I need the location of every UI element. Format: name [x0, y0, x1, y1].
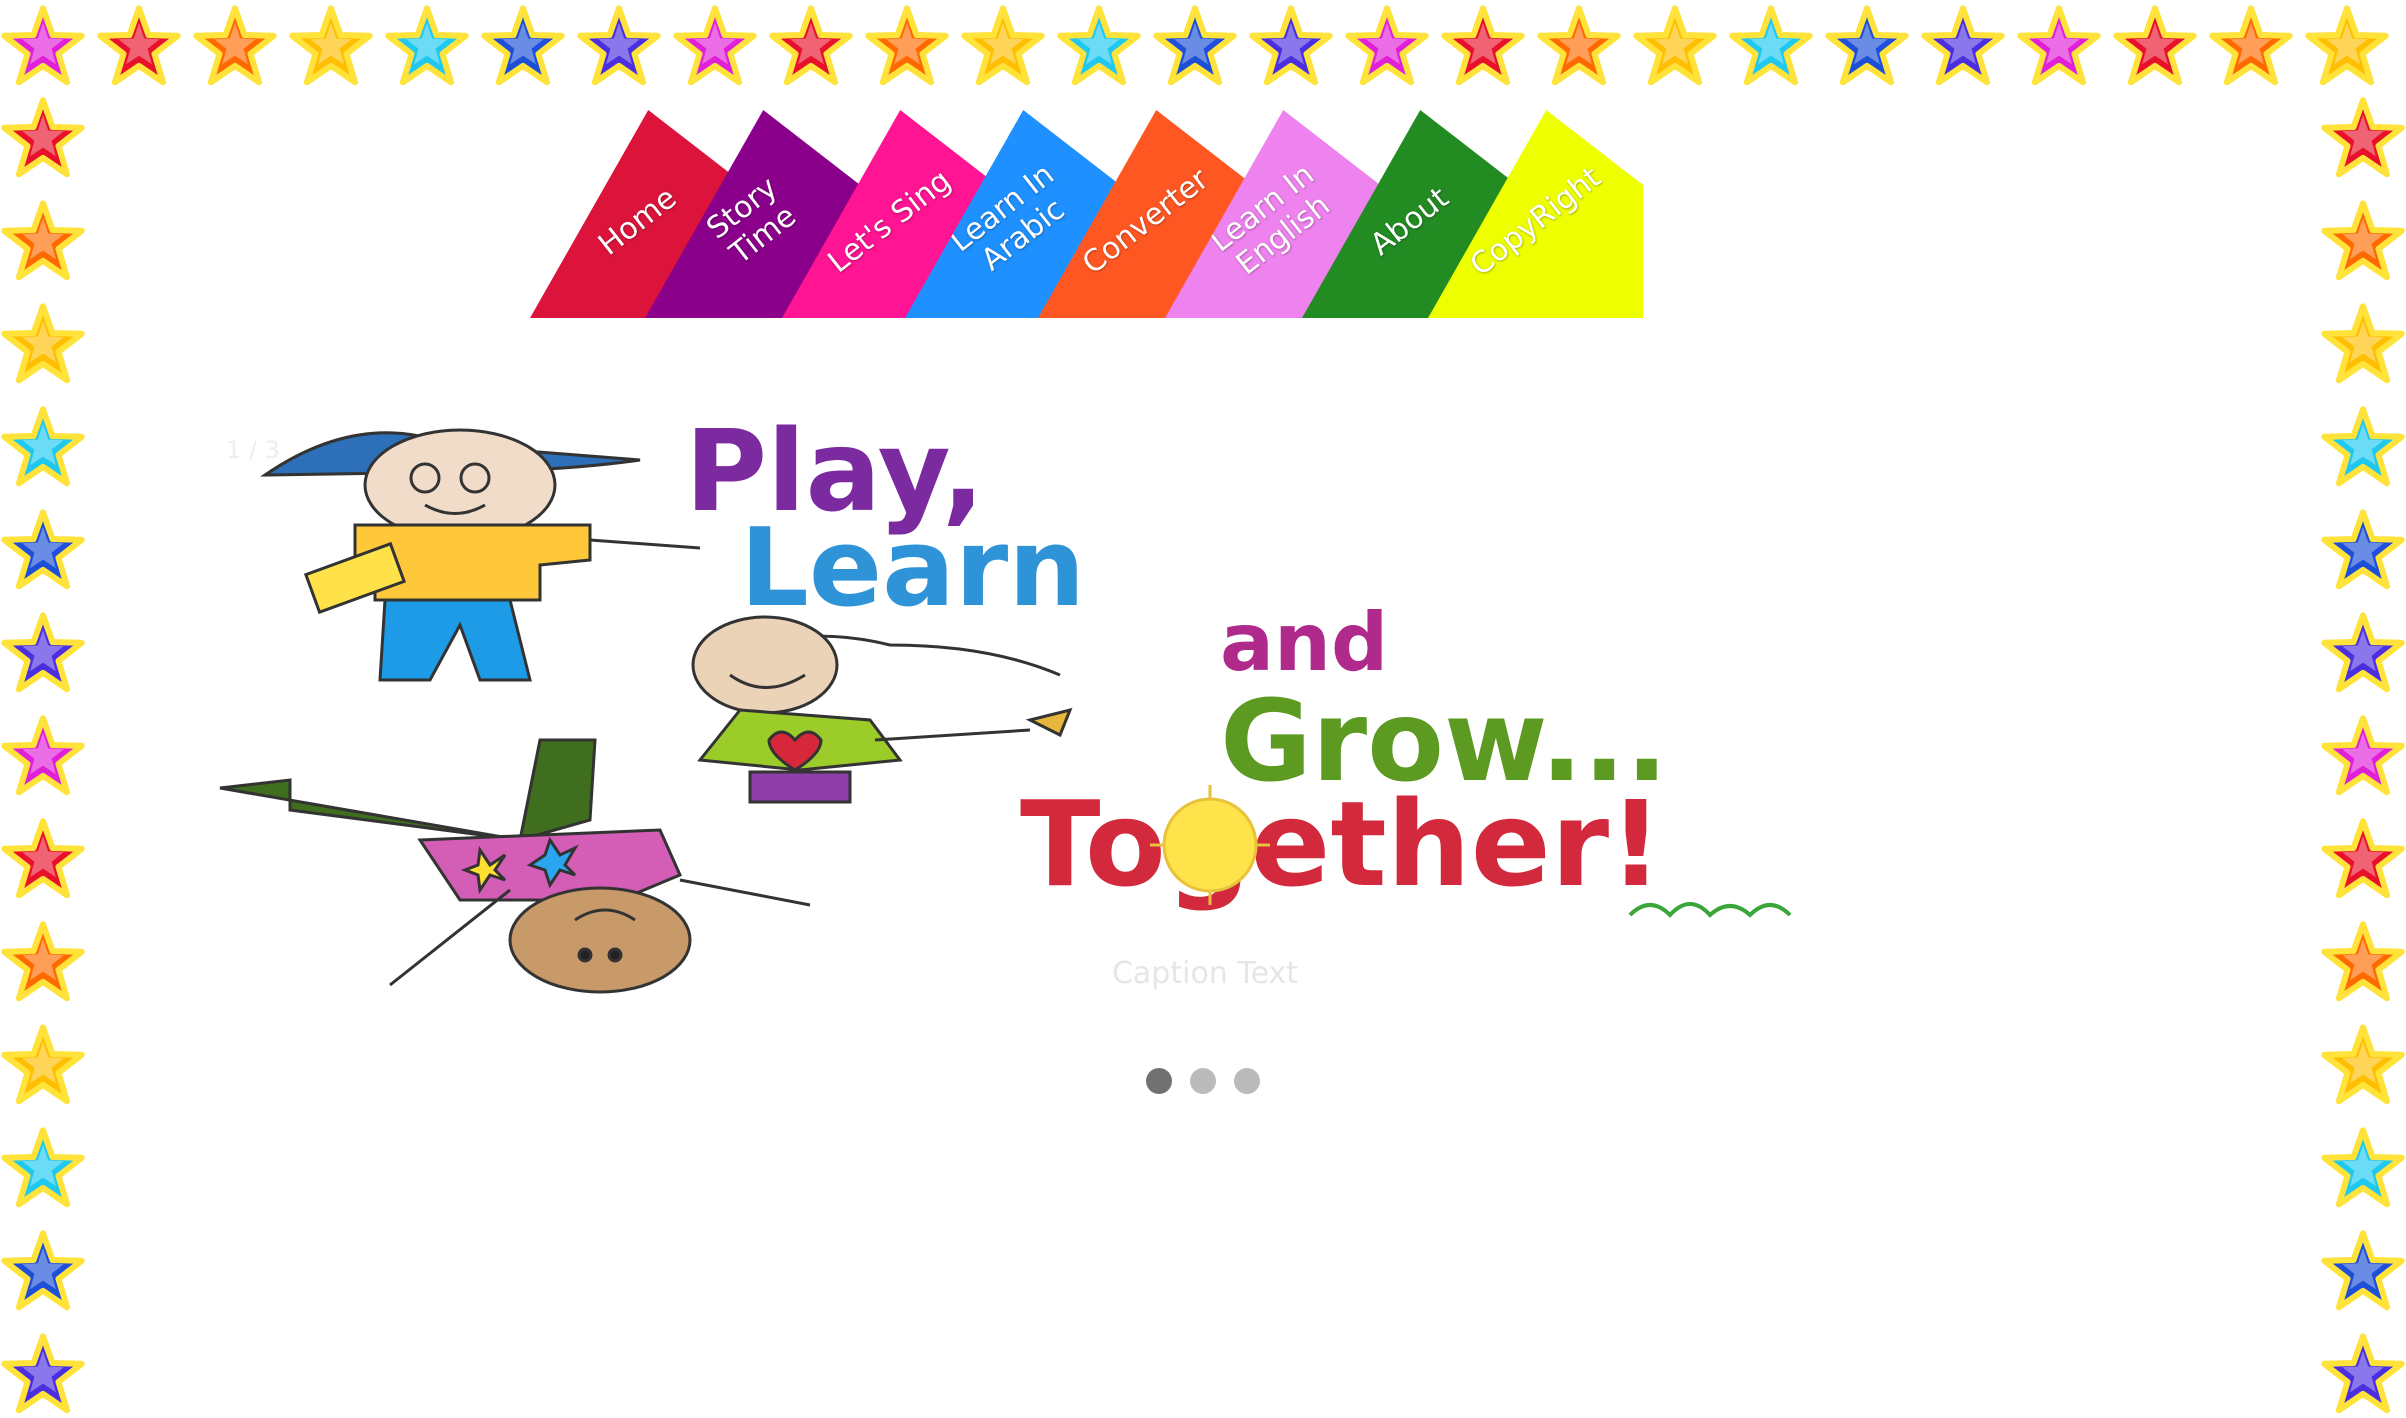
star-icon [2320, 199, 2406, 285]
slide-caption: Caption Text [1111, 956, 1299, 991]
star-icon [0, 817, 86, 903]
star-icon [2320, 1229, 2406, 1315]
star-icon [1152, 4, 1238, 90]
star-icon [0, 1023, 86, 1109]
star-icon [2320, 611, 2406, 697]
banner-word-and: and [1220, 596, 1388, 689]
main-navigation: Home Story Time Let's Sing Learn In Arab… [520, 110, 1720, 318]
star-icon [1920, 4, 2006, 90]
star-icon [2320, 405, 2406, 491]
star-icon [1824, 4, 1910, 90]
slide-dot-3[interactable] [1234, 1068, 1260, 1094]
star-icon [1632, 4, 1718, 90]
star-icon [2320, 817, 2406, 903]
slideshow: Play, Learn and Grow... Together! 1 / 3 … [210, 400, 2200, 1040]
star-icon [960, 4, 1046, 90]
star-icon [1440, 4, 1526, 90]
star-icon [0, 4, 86, 90]
star-icon [0, 1332, 86, 1418]
banner-word-together: Together! [1020, 775, 1663, 913]
star-icon [0, 302, 86, 388]
star-icon [0, 96, 86, 182]
star-icon [384, 4, 470, 90]
star-icon [96, 4, 182, 90]
slide-counter: 1 / 3 [226, 436, 280, 464]
upside-down-kid-illustration [219, 738, 811, 994]
star-icon [2208, 4, 2294, 90]
star-icon [0, 920, 86, 1006]
slide-dots [0, 1068, 2406, 1094]
star-icon [0, 1126, 86, 1212]
star-icon [0, 714, 86, 800]
girl-with-heart-illustration [691, 615, 1073, 804]
star-icon [192, 4, 278, 90]
star-icon [1728, 4, 1814, 90]
star-icon [2304, 4, 2390, 90]
star-icon [0, 199, 86, 285]
star-icon [2112, 4, 2198, 90]
star-icon [0, 1229, 86, 1315]
star-icon [2320, 508, 2406, 594]
star-icon [1248, 4, 1334, 90]
star-border-right [2318, 96, 2406, 1414]
slide-image-play-learn-grow: Play, Learn and Grow... Together! [210, 400, 2200, 1040]
slide-dot-1[interactable] [1146, 1068, 1172, 1094]
star-icon [480, 4, 566, 90]
star-icon [576, 4, 662, 90]
boy-with-cap-illustration [260, 428, 701, 682]
star-icon [1344, 4, 1430, 90]
star-icon [864, 4, 950, 90]
star-icon [2016, 4, 2102, 90]
star-icon [1056, 4, 1142, 90]
star-icon [2320, 1126, 2406, 1212]
star-icon [2320, 920, 2406, 1006]
banner-word-learn: Learn [740, 506, 1085, 631]
star-border-left [0, 96, 88, 1414]
star-icon [672, 4, 758, 90]
star-icon [2320, 96, 2406, 182]
star-icon [768, 4, 854, 90]
slide-dot-2[interactable] [1190, 1068, 1216, 1094]
star-border-top [0, 0, 2406, 96]
star-icon [0, 405, 86, 491]
star-icon [0, 611, 86, 697]
star-icon [2320, 1332, 2406, 1418]
star-icon [2320, 1023, 2406, 1109]
star-icon [0, 508, 86, 594]
star-icon [1536, 4, 1622, 90]
star-icon [2320, 302, 2406, 388]
star-icon [288, 4, 374, 90]
star-icon [2320, 714, 2406, 800]
